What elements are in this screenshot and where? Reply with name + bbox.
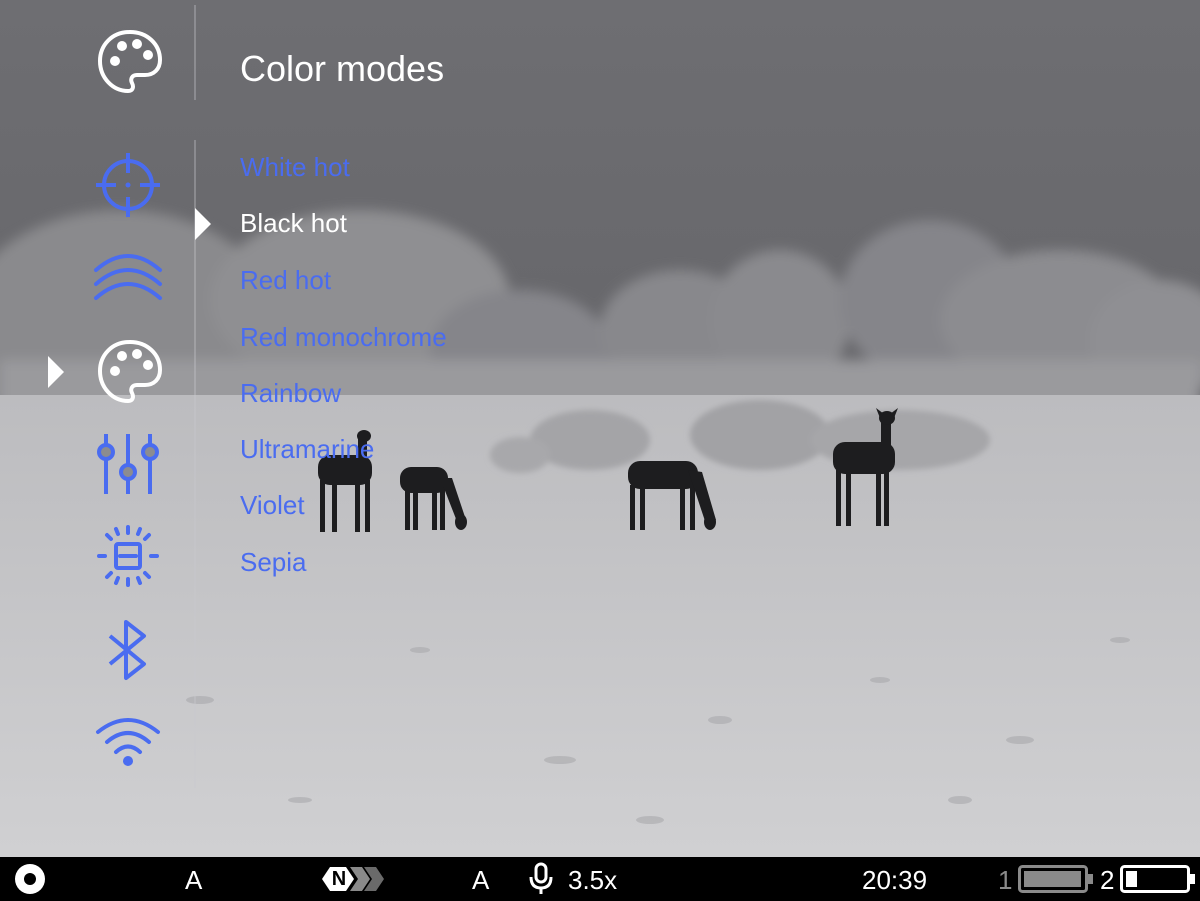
menu-item-white-hot[interactable]: White hot xyxy=(240,152,350,183)
battery-1-icon xyxy=(1018,865,1094,893)
status-bar: A N A 3.5x 20:39 1 2 xyxy=(0,857,1200,900)
palette-icon xyxy=(96,28,164,96)
menu-item-sepia[interactable]: Sepia xyxy=(240,547,307,578)
menu-item-black-hot[interactable]: Black hot xyxy=(240,208,347,239)
menu-item-red-monochrome[interactable]: Red monochrome xyxy=(240,322,447,353)
menu-item-red-hot[interactable]: Red hot xyxy=(240,265,331,296)
battery-2-label: 2 xyxy=(1100,865,1115,895)
waves-icon[interactable] xyxy=(92,250,164,308)
brightness-icon[interactable] xyxy=(96,524,160,588)
clock: 20:39 xyxy=(862,865,928,895)
battery-2-icon xyxy=(1120,865,1196,893)
microphone-icon xyxy=(528,862,554,896)
mode-a-indicator: A xyxy=(185,865,203,895)
palette-icon[interactable] xyxy=(96,338,164,406)
menu-item-violet[interactable]: Violet xyxy=(240,490,305,521)
page-title: Color modes xyxy=(240,48,445,89)
nfc-label: N xyxy=(331,868,347,890)
menu-selection-arrow xyxy=(195,208,211,240)
menu-item-ultramarine[interactable]: Ultramarine xyxy=(240,434,374,465)
nfc-badge: N xyxy=(320,862,390,896)
zoom-level: 3.5x xyxy=(568,865,618,895)
bluetooth-icon[interactable] xyxy=(104,618,152,682)
sliders-icon[interactable] xyxy=(94,432,162,496)
menu-item-rainbow[interactable]: Rainbow xyxy=(240,378,341,409)
header-divider xyxy=(194,5,196,100)
sidebar-selection-arrow xyxy=(48,356,64,388)
mode-a-indicator-2: A xyxy=(472,865,490,895)
record-icon[interactable] xyxy=(14,863,46,895)
crosshair-icon[interactable] xyxy=(96,153,160,217)
wifi-icon[interactable] xyxy=(94,714,162,768)
thermal-scene xyxy=(0,0,1200,857)
battery-1-label: 1 xyxy=(998,865,1013,895)
